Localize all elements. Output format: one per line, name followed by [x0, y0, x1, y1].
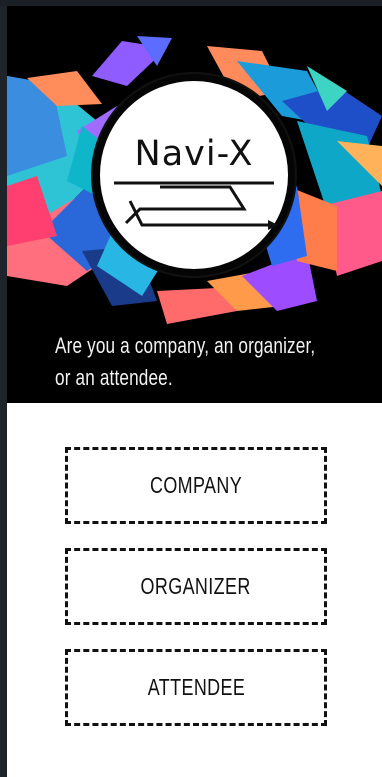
logo-title: Navi-X	[134, 134, 254, 174]
organizer-label: ORGANIZER	[140, 573, 252, 599]
attendee-button[interactable]: ATTENDEE	[65, 649, 327, 726]
attendee-label: ATTENDEE	[147, 674, 245, 700]
hero-banner: Navi-X Are you a company, an organizer, …	[7, 6, 382, 403]
role-selection-panel: COMPANY ORGANIZER ATTENDEE	[7, 403, 382, 777]
organizer-button[interactable]: ORGANIZER	[65, 548, 327, 625]
navi-x-logo: Navi-X	[93, 74, 295, 276]
prompt-line-2: or an attendee.	[55, 365, 173, 390]
logo-arrow-icon	[114, 181, 278, 230]
window-edge	[0, 0, 7, 777]
prompt-line-1: Are you a company, an organizer,	[55, 333, 316, 358]
company-label: COMPANY	[149, 472, 243, 498]
company-button[interactable]: COMPANY	[65, 447, 327, 524]
role-prompt: Are you a company, an organizer, or an a…	[55, 330, 375, 394]
app-frame: Navi-X Are you a company, an organizer, …	[0, 0, 382, 777]
